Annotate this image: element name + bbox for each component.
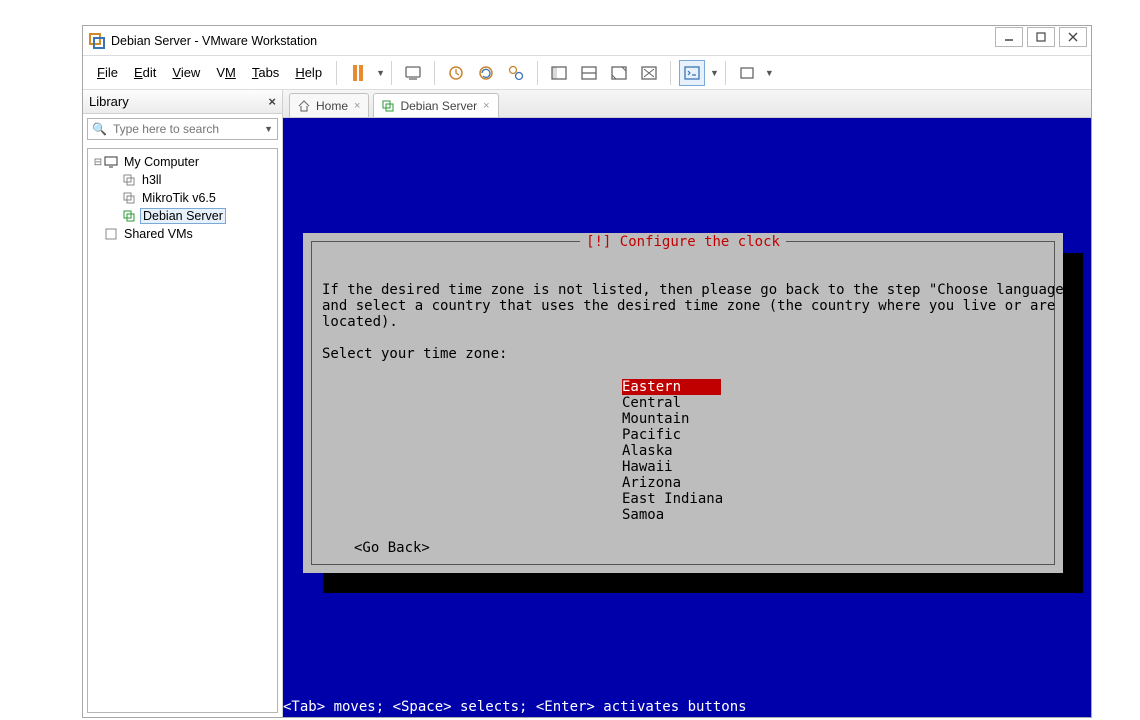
titlebar: Debian Server - VMware Workstation	[83, 26, 1091, 56]
vm-console[interactable]: [!] Configure the clock If the desired t…	[283, 118, 1091, 717]
minimize-button[interactable]	[995, 27, 1023, 47]
collapse-icon[interactable]: ⊟	[92, 157, 104, 168]
timezone-option-hawaii[interactable]: Hawaii	[622, 459, 1044, 475]
tab-bar: Home × Debian Server ×	[283, 90, 1091, 118]
vm-icon	[122, 174, 136, 186]
dialog-help-line1: If the desired time zone is not listed, …	[322, 282, 1072, 298]
search-dropdown-icon[interactable]: ▼	[264, 124, 273, 134]
search-icon: 🔍	[92, 122, 107, 136]
timezone-list: EasternCentralMountainPacificAlaskaHawai…	[622, 379, 1044, 524]
tree-label: Debian Server	[140, 208, 226, 224]
view-tile-icon[interactable]	[606, 60, 632, 86]
timezone-option-east-indiana[interactable]: East Indiana	[622, 491, 1044, 507]
tab-label: Debian Server	[400, 99, 477, 113]
separator	[336, 61, 337, 85]
unity-icon[interactable]	[636, 60, 662, 86]
power-dropdown[interactable]: ▼	[376, 68, 385, 78]
separator	[725, 61, 726, 85]
window-title: Debian Server - VMware Workstation	[111, 34, 317, 48]
app-window: Debian Server - VMware Workstation File …	[82, 25, 1092, 718]
manage-snapshots-icon[interactable]	[503, 60, 529, 86]
window-controls	[995, 26, 1087, 48]
tab-debian-server[interactable]: Debian Server ×	[373, 93, 498, 117]
timezone-option-arizona[interactable]: Arizona	[622, 475, 1044, 491]
console-view-button[interactable]	[679, 60, 705, 86]
fullscreen-dropdown[interactable]: ▼	[765, 68, 774, 78]
library-close-button[interactable]: ×	[268, 94, 276, 109]
vm-running-icon	[382, 100, 394, 112]
tree-shared-vms[interactable]: Shared VMs	[90, 225, 275, 243]
installer-status-line: <Tab> moves; <Space> selects; <Enter> ac…	[283, 699, 1091, 717]
separator	[537, 61, 538, 85]
shared-icon	[104, 228, 118, 240]
timezone-option-pacific[interactable]: Pacific	[622, 427, 1044, 443]
installer-dialog: [!] Configure the clock If the desired t…	[303, 233, 1063, 573]
close-button[interactable]	[1059, 27, 1087, 47]
library-title: Library	[89, 94, 129, 109]
view-single-icon[interactable]	[546, 60, 572, 86]
go-back-button[interactable]: <Go Back>	[354, 540, 430, 556]
dialog-help-line2: and select a country that uses the desir…	[322, 298, 1055, 314]
timezone-option-samoa[interactable]: Samoa	[622, 507, 1044, 523]
tree-vm-debian-server[interactable]: Debian Server	[90, 207, 275, 225]
menu-file[interactable]: File	[89, 61, 126, 84]
content-area: Home × Debian Server × [!] Configure the…	[283, 90, 1091, 717]
timezone-option-mountain[interactable]: Mountain	[622, 411, 1044, 427]
library-header: Library ×	[83, 90, 282, 114]
console-dropdown[interactable]: ▼	[710, 68, 719, 78]
tree-vm-h3ll[interactable]: h3ll	[90, 171, 275, 189]
timezone-option-alaska[interactable]: Alaska	[622, 443, 1044, 459]
vm-running-icon	[122, 210, 136, 222]
tab-close-icon[interactable]: ×	[354, 100, 360, 112]
tab-home[interactable]: Home ×	[289, 93, 369, 117]
vm-icon	[122, 192, 136, 204]
separator	[670, 61, 671, 85]
view-split-icon[interactable]	[576, 60, 602, 86]
tree-label: MikroTik v6.5	[140, 191, 218, 205]
menu-vm[interactable]: VM	[208, 61, 244, 84]
menubar: File Edit View VM Tabs Help ▼ ▼ ▼	[83, 56, 1091, 90]
timezone-option-central[interactable]: Central	[622, 395, 1044, 411]
menu-help[interactable]: Help	[287, 61, 330, 84]
vmware-logo-icon	[89, 33, 105, 49]
menu-edit[interactable]: Edit	[126, 61, 164, 84]
tree-vm-mikrotik[interactable]: MikroTik v6.5	[90, 189, 275, 207]
snapshot-icon[interactable]	[443, 60, 469, 86]
tree-label: Shared VMs	[122, 227, 195, 241]
home-icon	[298, 100, 310, 112]
tab-close-icon[interactable]: ×	[483, 100, 489, 112]
monitor-icon	[104, 156, 118, 168]
library-search[interactable]: 🔍 ▼	[87, 118, 278, 140]
tree-label: h3ll	[140, 173, 163, 187]
separator	[434, 61, 435, 85]
pause-button[interactable]	[345, 60, 371, 86]
maximize-button[interactable]	[1027, 27, 1055, 47]
search-input[interactable]	[111, 121, 273, 137]
timezone-option-eastern[interactable]: Eastern	[622, 379, 721, 395]
menu-view[interactable]: View	[164, 61, 208, 84]
tab-label: Home	[316, 99, 348, 113]
menu-tabs[interactable]: Tabs	[244, 61, 287, 84]
send-ctrl-alt-del-icon[interactable]	[400, 60, 426, 86]
fullscreen-icon[interactable]	[734, 60, 760, 86]
separator	[391, 61, 392, 85]
revert-snapshot-icon[interactable]	[473, 60, 499, 86]
tree-root-my-computer[interactable]: ⊟ My Computer	[90, 153, 275, 171]
dialog-title: [!] Configure the clock	[580, 234, 786, 250]
dialog-prompt: Select your time zone:	[322, 346, 507, 362]
library-panel: Library × 🔍 ▼ ⊟ My Computer h3ll	[83, 90, 283, 717]
tree-label: My Computer	[122, 155, 201, 169]
dialog-help-line3: located).	[322, 314, 398, 330]
library-tree: ⊟ My Computer h3ll MikroTik v6.5 Debian …	[87, 148, 278, 713]
